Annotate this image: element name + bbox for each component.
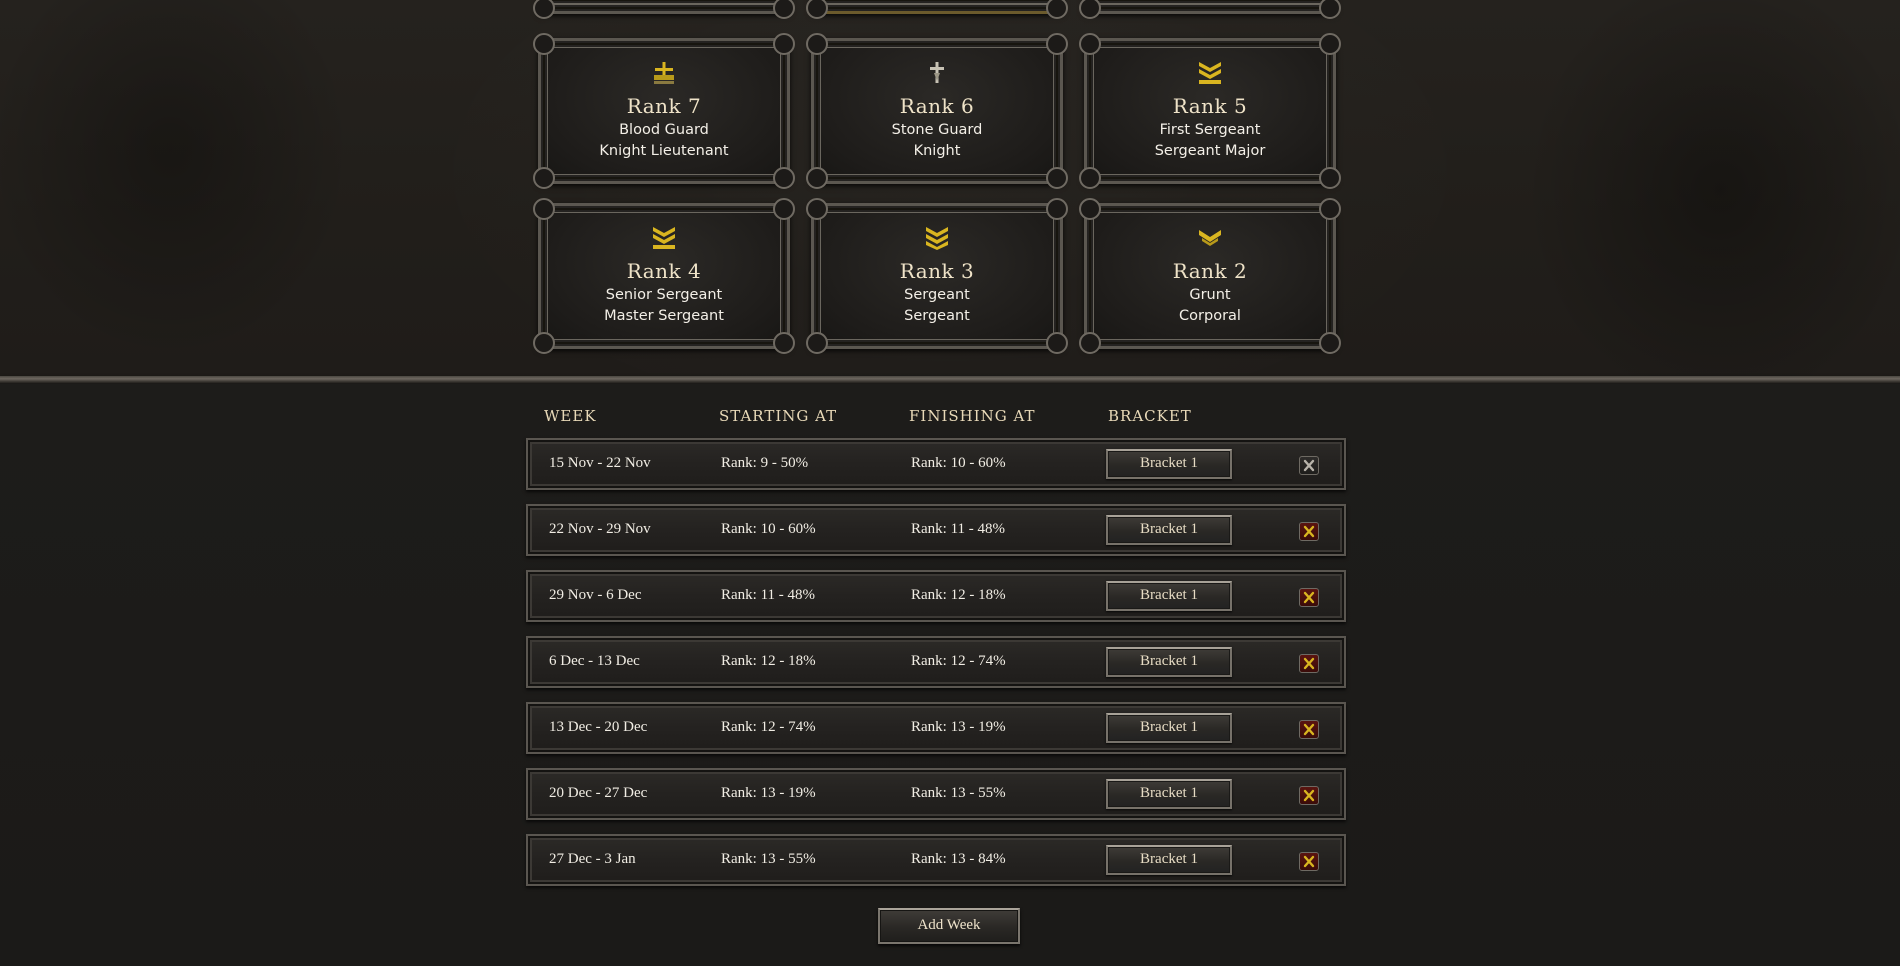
close-icon [1303, 723, 1315, 736]
bracket-button[interactable]: Bracket 1 [1106, 845, 1232, 875]
add-week-button[interactable]: Add Week [878, 908, 1020, 944]
rank-card-partial [1079, 0, 1341, 19]
bracket-button[interactable]: Bracket 1 [1106, 713, 1232, 743]
starting-at-cell: Rank: 12 - 74% [721, 719, 816, 735]
close-icon [1303, 657, 1315, 670]
bracket-button[interactable]: Bracket 1 [1106, 449, 1232, 479]
remove-week-button[interactable] [1299, 786, 1319, 805]
rank-title-horde: Senior Sergeant [605, 287, 723, 303]
rank-title-horde: Grunt [1189, 287, 1231, 303]
close-icon [1303, 789, 1315, 802]
rank-card-7[interactable]: Rank 7 Blood Guard Knight Lieutenant [533, 33, 795, 189]
remove-week-button[interactable] [1299, 588, 1319, 607]
week-cell: 20 Dec - 27 Dec [549, 785, 648, 801]
close-icon [1303, 591, 1315, 604]
table-row: 29 Nov - 6 Dec Rank: 11 - 48% Rank: 12 -… [526, 570, 1346, 622]
rank-title: Rank 5 [1172, 94, 1248, 118]
header-bracket: BRACKET [1108, 407, 1192, 425]
close-icon [1303, 855, 1315, 868]
finishing-at-cell: Rank: 13 - 19% [911, 719, 1006, 735]
rank-title-horde: Blood Guard [619, 122, 709, 138]
finishing-at-cell: Rank: 11 - 48% [911, 521, 1006, 537]
rank-title: Rank 3 [899, 259, 975, 283]
remove-week-button[interactable] [1299, 654, 1319, 673]
header-finishing-at: FINISHING AT [909, 407, 1036, 425]
rank-card-5[interactable]: Rank 5 First Sergeant Sergeant Major [1079, 33, 1341, 189]
rank-title-horde: Sergeant [904, 287, 970, 303]
rank-card-2[interactable]: Rank 2 Grunt Corporal [1079, 198, 1341, 354]
bracket-button[interactable]: Bracket 1 [1106, 647, 1232, 677]
finishing-at-cell: Rank: 10 - 60% [911, 455, 1006, 471]
week-cell: 13 Dec - 20 Dec [549, 719, 648, 735]
week-cell: 22 Nov - 29 Nov [549, 521, 651, 537]
rank-title-alliance: Knight Lieutenant [599, 143, 729, 159]
rank-title-alliance: Sergeant [904, 308, 970, 324]
rank-card-partial [533, 0, 795, 19]
rank-card-4[interactable]: Rank 4 Senior Sergeant Master Sergeant [533, 198, 795, 354]
rank-title: Rank 2 [1172, 259, 1248, 283]
double-chevron-insignia-icon [926, 227, 948, 250]
week-cell: 27 Dec - 3 Jan [549, 851, 636, 867]
rank-title-alliance: Sergeant Major [1154, 143, 1266, 159]
crossed-swords-insignia-icon [654, 62, 674, 84]
finishing-at-cell: Rank: 12 - 74% [911, 653, 1006, 669]
rank-title-horde: First Sergeant [1159, 122, 1261, 138]
remove-week-button[interactable] [1299, 720, 1319, 739]
table-row: 6 Dec - 13 Dec Rank: 12 - 18% Rank: 12 -… [526, 636, 1346, 688]
starting-at-cell: Rank: 12 - 18% [721, 653, 816, 669]
table-row: 20 Dec - 27 Dec Rank: 13 - 19% Rank: 13 … [526, 768, 1346, 820]
table-row: 15 Nov - 22 Nov Rank: 9 - 50% Rank: 10 -… [526, 438, 1346, 490]
sword-insignia-icon [930, 62, 944, 83]
triple-chevron-insignia-icon [1199, 62, 1221, 84]
rank-card-6[interactable]: Rank 6 Stone Guard Knight [806, 33, 1068, 189]
week-cell: 29 Nov - 6 Dec [549, 587, 642, 603]
rank-title-alliance: Corporal [1179, 308, 1241, 324]
close-icon [1303, 525, 1315, 538]
starting-at-cell: Rank: 13 - 55% [721, 851, 816, 867]
close-icon [1303, 459, 1315, 472]
finishing-at-cell: Rank: 12 - 18% [911, 587, 1006, 603]
rank-card-3[interactable]: Rank 3 Sergeant Sergeant [806, 198, 1068, 354]
finishing-at-cell: Rank: 13 - 84% [911, 851, 1006, 867]
page: Rank 7 Blood Guard Knight Lieutenant Ran… [0, 0, 1900, 966]
remove-week-button[interactable] [1299, 522, 1319, 541]
table-row: 27 Dec - 3 Jan Rank: 13 - 55% Rank: 13 -… [526, 834, 1346, 886]
starting-at-cell: Rank: 13 - 19% [721, 785, 816, 801]
bracket-button[interactable]: Bracket 1 [1106, 581, 1232, 611]
bracket-button[interactable]: Bracket 1 [1106, 515, 1232, 545]
rank-title-alliance: Knight [913, 143, 961, 159]
week-cell: 6 Dec - 13 Dec [549, 653, 640, 669]
header-starting-at: STARTING AT [719, 407, 838, 425]
single-chevron-insignia-icon [1199, 230, 1221, 246]
rank-title: Rank 6 [899, 94, 975, 118]
rank-title-horde: Stone Guard [891, 122, 983, 138]
finishing-at-cell: Rank: 13 - 55% [911, 785, 1006, 801]
header-week: WEEK [544, 407, 597, 425]
rank-cards-section: Rank 7 Blood Guard Knight Lieutenant Ran… [0, 0, 1900, 376]
table-row: 22 Nov - 29 Nov Rank: 10 - 60% Rank: 11 … [526, 504, 1346, 556]
starting-at-cell: Rank: 9 - 50% [721, 455, 809, 471]
rank-card-partial [806, 0, 1068, 19]
rank-title: Rank 7 [626, 94, 702, 118]
bracket-button[interactable]: Bracket 1 [1106, 779, 1232, 809]
rank-title-alliance: Master Sergeant [604, 308, 724, 324]
starting-at-cell: Rank: 11 - 48% [721, 587, 816, 603]
remove-week-button[interactable] [1299, 456, 1319, 475]
starting-at-cell: Rank: 10 - 60% [721, 521, 816, 537]
section-divider [0, 376, 1900, 384]
remove-week-button[interactable] [1299, 852, 1319, 871]
chevron-bar-insignia-icon [653, 227, 675, 249]
rank-title: Rank 4 [626, 259, 702, 283]
week-cell: 15 Nov - 22 Nov [549, 455, 651, 471]
table-row: 13 Dec - 20 Dec Rank: 12 - 74% Rank: 13 … [526, 702, 1346, 754]
